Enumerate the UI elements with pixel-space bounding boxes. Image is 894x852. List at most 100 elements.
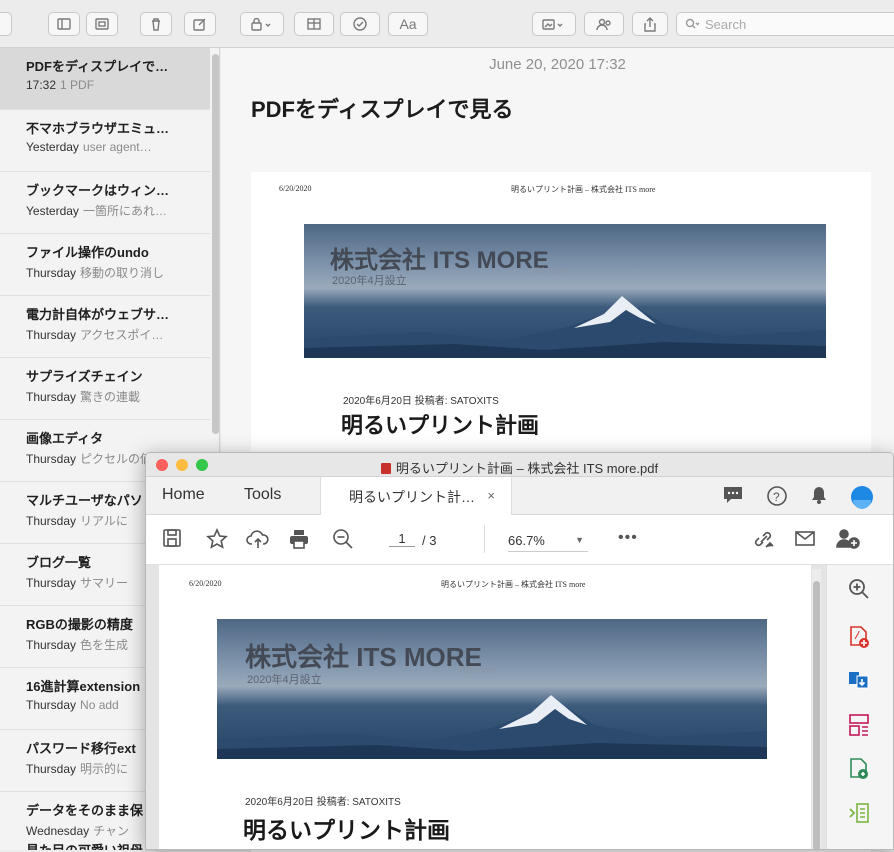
note-list-item[interactable]: ファイル操作のundo Thursday 移動の取り消し <box>0 234 210 296</box>
note-list-item[interactable]: 電力計自体がウェブサ… Thursday アクセスポイ… <box>0 296 210 358</box>
note-item-date: Yesterday <box>26 204 79 218</box>
close-tab-icon[interactable]: × <box>487 488 495 503</box>
notes-toolbar: Aa Search <box>0 0 894 48</box>
organize-pages-tool[interactable] <box>847 713 871 737</box>
note-list-item[interactable]: サプライズチェイン Thursday 驚きの連載 <box>0 358 210 420</box>
edit-pdf-icon <box>850 758 868 779</box>
note-item-preview: アクセスポイ… <box>80 328 164 342</box>
format-button[interactable]: Aa <box>388 12 428 36</box>
delete-button[interactable] <box>140 12 172 36</box>
note-list-item[interactable]: 不マホブラウザエミュ… Yesterday user agent… <box>0 110 210 172</box>
note-item-date: Thursday <box>26 576 77 590</box>
tab-tools[interactable]: Tools <box>244 486 281 504</box>
document-tab[interactable]: 明るいプリント計… × <box>320 477 512 515</box>
checklist-button[interactable] <box>340 12 380 36</box>
banner-small-text: ITS more <box>459 665 497 675</box>
toolbar-edge-button[interactable] <box>0 12 12 36</box>
pdf-page: 6/20/2020 明るいプリント計画 – 株式会社 ITS more 株式会社… <box>159 565 811 849</box>
star-icon <box>206 528 228 549</box>
note-title: PDFをディスプレイで見る <box>251 97 514 122</box>
trash-icon <box>152 17 160 31</box>
more-tools-button[interactable]: ••• <box>618 529 638 547</box>
note-list-item[interactable]: PDFをディスプレイで… 17:32 1 PDF <box>0 48 210 110</box>
post-title: 明るいプリント計画 <box>243 817 450 843</box>
note-item-date: Thursday <box>26 328 77 342</box>
cloud-upload-icon <box>246 530 269 548</box>
note-item-date: Thursday <box>26 390 77 404</box>
search-placeholder: Search <box>705 16 747 32</box>
document-viewer[interactable]: 6/20/2020 明るいプリント計画 – 株式会社 ITS more 株式会社… <box>146 565 826 849</box>
search-icon <box>685 18 700 29</box>
note-item-date: Thursday <box>26 638 77 652</box>
note-item-date: Thursday <box>26 698 77 712</box>
share-icon <box>644 16 656 32</box>
account-avatar[interactable] <box>850 485 874 514</box>
search-field[interactable]: Search <box>676 12 894 36</box>
zoom-in-tool[interactable] <box>847 577 871 601</box>
banner-subtitle: 2020年4月設立 <box>332 275 407 287</box>
help-icon: ? <box>767 486 787 506</box>
tools-pane <box>826 565 893 849</box>
note-item-date: Thursday <box>26 514 77 528</box>
compress-icon <box>849 803 869 823</box>
tab-home[interactable]: Home <box>162 486 205 504</box>
pdf-header-title: 明るいプリント計画 – 株式会社 ITS more <box>441 580 586 589</box>
share-button[interactable] <box>632 12 668 36</box>
attachment-button[interactable] <box>532 12 576 36</box>
edit-pdf-tool[interactable] <box>847 757 871 781</box>
note-item-title: ファイル操作のundo <box>26 245 149 260</box>
comment-button[interactable] <box>722 485 744 510</box>
zoom-select[interactable]: 66.7% ▼ <box>508 533 588 552</box>
viewer-scrollbar[interactable] <box>812 569 821 849</box>
help-button[interactable]: ? <box>766 485 788 512</box>
print-button[interactable] <box>288 528 310 555</box>
notifications-button[interactable] <box>810 485 828 510</box>
comment-icon <box>724 487 742 503</box>
email-button[interactable] <box>794 528 816 553</box>
window-titlebar[interactable]: 明るいプリント計画 – 株式会社 ITS more.pdf <box>146 453 893 477</box>
note-item-preview: 色を生成 <box>80 638 129 652</box>
note-item-title: 電力計自体がウェブサ… <box>26 307 170 322</box>
window-title: 明るいプリント計画 – 株式会社 ITS more.pdf <box>146 458 893 477</box>
page-number-input[interactable]: 1 <box>389 531 415 547</box>
acrobat-tab-bar: Home Tools 明るいプリント計… × ? <box>146 477 893 515</box>
add-user-icon <box>836 529 860 549</box>
note-item-date: Thursday <box>26 266 77 280</box>
pdf-banner-image: 株式会社 ITS MORE 2020年4月設立 ITS more <box>217 619 767 759</box>
create-pdf-tool[interactable] <box>847 625 871 649</box>
note-item-preview: No add <box>80 698 119 712</box>
export-pdf-tool[interactable] <box>847 669 871 693</box>
share-link-button[interactable] <box>752 528 776 555</box>
format-aa-icon: Aa <box>399 16 417 32</box>
bookmark-button[interactable] <box>206 528 228 555</box>
banner-heading: 株式会社 ITS MORE <box>330 247 549 274</box>
save-button[interactable] <box>162 528 182 553</box>
compress-tool[interactable] <box>847 801 871 825</box>
note-item-title: PDFをディスプレイで… <box>26 59 169 74</box>
pdf-banner-image: 株式会社 ITS MORE 2020年4月設立 ITS more <box>304 224 826 358</box>
note-item-preview: user agent… <box>82 140 152 154</box>
lock-button[interactable] <box>240 12 284 36</box>
banner-small-text: ITS more <box>532 266 570 276</box>
post-meta: 2020年6月20日 投稿者: SATOXITS <box>343 396 499 407</box>
acrobat-window: 明るいプリント計画 – 株式会社 ITS more.pdf Home Tools… <box>145 452 894 850</box>
note-item-title: 不マホブラウザエミュ… <box>26 121 170 136</box>
note-item-preview: 明示的に <box>80 762 129 776</box>
zoom-out-button[interactable] <box>332 528 354 555</box>
export-pdf-icon <box>849 672 869 689</box>
upload-button[interactable] <box>246 528 270 555</box>
table-button[interactable] <box>294 12 334 36</box>
note-item-date: 17:32 <box>26 78 57 92</box>
share-people-button[interactable] <box>584 12 624 36</box>
scrollbar-thumb[interactable] <box>813 581 820 849</box>
toolbar-divider <box>484 525 485 553</box>
note-item-preview: サマリー <box>80 576 129 590</box>
sidebar-scrollbar[interactable] <box>212 54 219 434</box>
gallery-icon <box>95 18 109 30</box>
sidebar-toggle-button[interactable] <box>48 12 80 36</box>
gallery-view-button[interactable] <box>86 12 118 36</box>
add-user-button[interactable] <box>836 528 860 555</box>
compose-button[interactable] <box>184 12 216 36</box>
note-list-item[interactable]: ブックマークはウィン… Yesterday 一箇所にあれ… <box>0 172 210 234</box>
page-total: / 3 <box>422 533 437 548</box>
